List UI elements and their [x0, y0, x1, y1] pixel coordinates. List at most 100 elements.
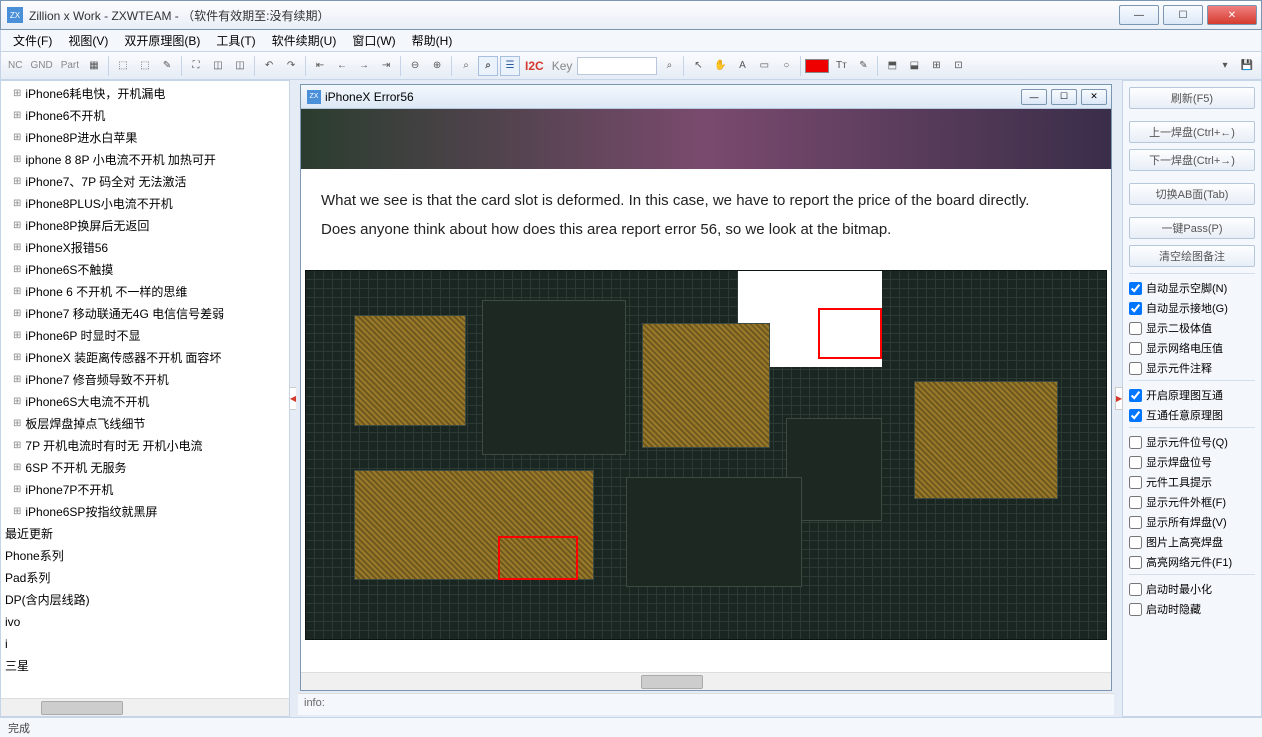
- menu-item[interactable]: 帮助(H): [404, 30, 461, 51]
- checkbox-input[interactable]: [1129, 456, 1142, 469]
- option-checkbox[interactable]: 显示网络电压值: [1129, 340, 1255, 356]
- tree-item[interactable]: iPhone6耗电快，开机漏电: [1, 83, 289, 105]
- action-button[interactable]: 清空绘图备注: [1129, 245, 1255, 267]
- tree-item[interactable]: 6SP 不开机 无服务: [1, 457, 289, 479]
- document-scrollbar[interactable]: [301, 672, 1111, 690]
- minimize-button[interactable]: —: [1119, 5, 1159, 25]
- key-button[interactable]: Key: [549, 56, 576, 76]
- tree-category[interactable]: 三星: [1, 655, 289, 677]
- action-button[interactable]: 上一焊盘(Ctrl+←): [1129, 121, 1255, 143]
- checkbox-input[interactable]: [1129, 436, 1142, 449]
- option-checkbox[interactable]: 显示焊盘位号: [1129, 454, 1255, 470]
- splitter-right[interactable]: [1116, 80, 1122, 717]
- tree-item[interactable]: iPhone8P进水白苹果: [1, 127, 289, 149]
- option-checkbox[interactable]: 显示元件外框(F): [1129, 494, 1255, 510]
- close-button[interactable]: ✕: [1207, 5, 1257, 25]
- rect-icon[interactable]: ▭: [754, 56, 774, 76]
- nc-button[interactable]: NC: [5, 56, 25, 76]
- maximize-button[interactable]: ☐: [1163, 5, 1203, 25]
- layer-icon[interactable]: ⬒: [882, 56, 902, 76]
- checkbox-input[interactable]: [1129, 322, 1142, 335]
- save-icon[interactable]: 💾: [1237, 56, 1257, 76]
- checkbox-input[interactable]: [1129, 583, 1142, 596]
- tool-icon[interactable]: ◫: [208, 56, 228, 76]
- list-icon[interactable]: ☰: [500, 56, 520, 76]
- nav-last-icon[interactable]: ⇥: [376, 56, 396, 76]
- tree-category[interactable]: 最近更新: [1, 523, 289, 545]
- action-button[interactable]: 刷新(F5): [1129, 87, 1255, 109]
- zoom-fit-icon[interactable]: ⌕: [478, 56, 498, 76]
- checkbox-input[interactable]: [1129, 516, 1142, 529]
- menu-item[interactable]: 窗口(W): [344, 30, 403, 51]
- tree-item[interactable]: iPhoneX报错56: [1, 237, 289, 259]
- tool-icon[interactable]: ▦: [84, 56, 104, 76]
- tool-icon[interactable]: ⬚: [135, 56, 155, 76]
- zoom-area-icon[interactable]: ⌕: [456, 56, 476, 76]
- checkbox-input[interactable]: [1129, 409, 1142, 422]
- tool-icon[interactable]: ✎: [157, 56, 177, 76]
- dropdown-icon[interactable]: ▾: [1215, 56, 1235, 76]
- nav-next-icon[interactable]: →: [354, 56, 374, 76]
- layer-icon[interactable]: ⊡: [948, 56, 968, 76]
- tree-category[interactable]: DP(含内层线路): [1, 589, 289, 611]
- checkbox-input[interactable]: [1129, 603, 1142, 616]
- option-checkbox[interactable]: 显示元件位号(Q): [1129, 434, 1255, 450]
- fit-icon[interactable]: ⛶: [186, 56, 206, 76]
- nav-prev-icon[interactable]: ←: [332, 56, 352, 76]
- layer-icon[interactable]: ⊞: [926, 56, 946, 76]
- doc-close-button[interactable]: ✕: [1081, 89, 1107, 105]
- menu-item[interactable]: 视图(V): [60, 30, 116, 51]
- action-button[interactable]: 切换AB面(Tab): [1129, 183, 1255, 205]
- circle-icon[interactable]: ○: [776, 56, 796, 76]
- menu-item[interactable]: 工具(T): [208, 30, 263, 51]
- menu-item[interactable]: 双开原理图(B): [116, 30, 208, 51]
- tree-item[interactable]: 7P 开机电流时有时无 开机小电流: [1, 435, 289, 457]
- option-checkbox[interactable]: 高亮网络元件(F1): [1129, 554, 1255, 570]
- option-checkbox[interactable]: 自动显示接地(G): [1129, 300, 1255, 316]
- pcb-bitmap[interactable]: [305, 270, 1107, 640]
- doc-maximize-button[interactable]: ☐: [1051, 89, 1077, 105]
- tree-category[interactable]: Phone系列: [1, 545, 289, 567]
- layer-icon[interactable]: ⬓: [904, 56, 924, 76]
- checkbox-input[interactable]: [1129, 362, 1142, 375]
- menu-item[interactable]: 软件续期(U): [264, 30, 345, 51]
- doc-minimize-button[interactable]: —: [1021, 89, 1047, 105]
- tree-category[interactable]: i: [1, 633, 289, 655]
- color-swatch[interactable]: [805, 59, 829, 73]
- tree-item[interactable]: iPhone7P不开机: [1, 479, 289, 501]
- gnd-button[interactable]: GND: [27, 56, 55, 76]
- tree-item[interactable]: iPhone6S不触摸: [1, 259, 289, 281]
- option-checkbox[interactable]: 图片上高亮焊盘: [1129, 534, 1255, 550]
- action-button[interactable]: 下一焊盘(Ctrl+→): [1129, 149, 1255, 171]
- tree-item[interactable]: iPhone7、7P 码全对 无法激活: [1, 171, 289, 193]
- option-checkbox[interactable]: 自动显示空脚(N): [1129, 280, 1255, 296]
- nav-first-icon[interactable]: ⇤: [310, 56, 330, 76]
- tree-item[interactable]: iphone 8 8P 小电流不开机 加热可开: [1, 149, 289, 171]
- checkbox-input[interactable]: [1129, 476, 1142, 489]
- option-checkbox[interactable]: 显示所有焊盘(V): [1129, 514, 1255, 530]
- tool-icon[interactable]: ⬚: [113, 56, 133, 76]
- search-input[interactable]: [577, 57, 657, 75]
- tree-item[interactable]: iPhone6不开机: [1, 105, 289, 127]
- text-icon[interactable]: A: [732, 56, 752, 76]
- search-icon[interactable]: ⌕: [659, 56, 679, 76]
- option-checkbox[interactable]: 元件工具提示: [1129, 474, 1255, 490]
- option-checkbox[interactable]: 互通任意原理图: [1129, 407, 1255, 423]
- tree-item[interactable]: iPhone7 修音频导致不开机: [1, 369, 289, 391]
- checkbox-input[interactable]: [1129, 536, 1142, 549]
- tree-item[interactable]: iPhone6SP按指纹就黑屏: [1, 501, 289, 523]
- part-button[interactable]: Part: [58, 56, 82, 76]
- checkbox-input[interactable]: [1129, 389, 1142, 402]
- option-checkbox[interactable]: 启动时最小化: [1129, 581, 1255, 597]
- checkbox-input[interactable]: [1129, 302, 1142, 315]
- action-button[interactable]: 一键Pass(P): [1129, 217, 1255, 239]
- menu-item[interactable]: 文件(F): [5, 30, 60, 51]
- pencil-icon[interactable]: ✎: [853, 56, 873, 76]
- tree-category[interactable]: ivo: [1, 611, 289, 633]
- rotate-left-icon[interactable]: ↶: [259, 56, 279, 76]
- document-body[interactable]: What we see is that the card slot is def…: [301, 109, 1111, 672]
- tree-item[interactable]: iPhoneX 装距离传感器不开机 面容坏: [1, 347, 289, 369]
- pointer-icon[interactable]: ↖: [688, 56, 708, 76]
- rotate-right-icon[interactable]: ↷: [281, 56, 301, 76]
- tree-item[interactable]: iPhone8PLUS小电流不开机: [1, 193, 289, 215]
